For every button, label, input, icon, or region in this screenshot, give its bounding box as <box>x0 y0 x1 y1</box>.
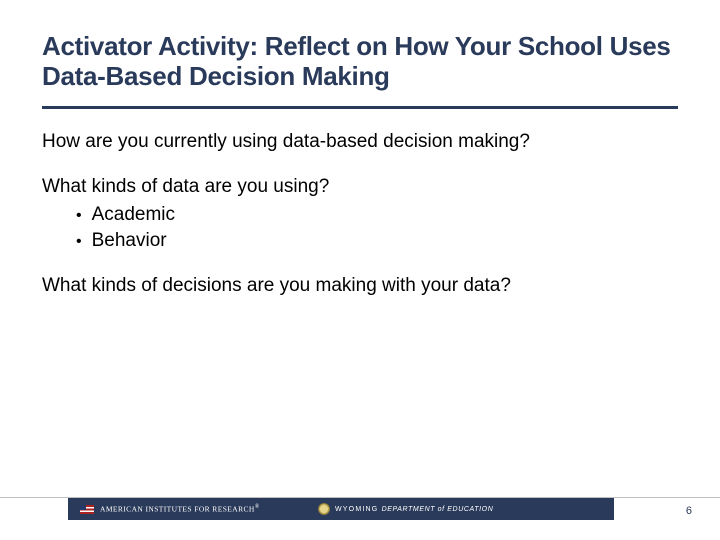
bullet-list: • Academic • Behavior <box>76 202 678 253</box>
bullet-icon: • <box>76 208 82 224</box>
wyoming-logo: WYOMING DEPARTMENT of EDUCATION <box>318 503 493 515</box>
question-2: What kinds of data are you using? <box>42 174 678 200</box>
seal-icon <box>318 503 330 515</box>
bullet-icon: • <box>76 234 82 250</box>
air-name: AMERICAN INSTITUTES FOR RESEARCH <box>100 505 255 514</box>
bullet-label: Behavior <box>92 228 167 254</box>
title-underline <box>42 106 678 109</box>
registered-mark: ® <box>255 504 260 510</box>
list-item: • Behavior <box>76 228 678 254</box>
air-logo-text: AMERICAN INSTITUTES FOR RESEARCH® <box>100 504 260 514</box>
page-number: 6 <box>686 505 692 517</box>
question-3: What kinds of decisions are you making w… <box>42 273 678 299</box>
bullet-label: Academic <box>92 202 175 228</box>
wyoming-logo-text: WYOMING DEPARTMENT of EDUCATION <box>335 506 493 513</box>
question-1: How are you currently using data-based d… <box>42 129 678 155</box>
slide-footer: AMERICAN INSTITUTES FOR RESEARCH® WYOMIN… <box>0 497 720 520</box>
air-logo: AMERICAN INSTITUTES FOR RESEARCH® <box>80 504 260 514</box>
wyoming-dept: DEPARTMENT of EDUCATION <box>382 506 494 513</box>
list-item: • Academic <box>76 202 678 228</box>
flag-icon <box>80 505 94 514</box>
wyoming-name: WYOMING <box>335 506 378 513</box>
slide-title: Activator Activity: Reflect on How Your … <box>42 32 678 92</box>
slide: Activator Activity: Reflect on How Your … <box>0 0 720 540</box>
footer-bar: AMERICAN INSTITUTES FOR RESEARCH® WYOMIN… <box>68 498 614 520</box>
